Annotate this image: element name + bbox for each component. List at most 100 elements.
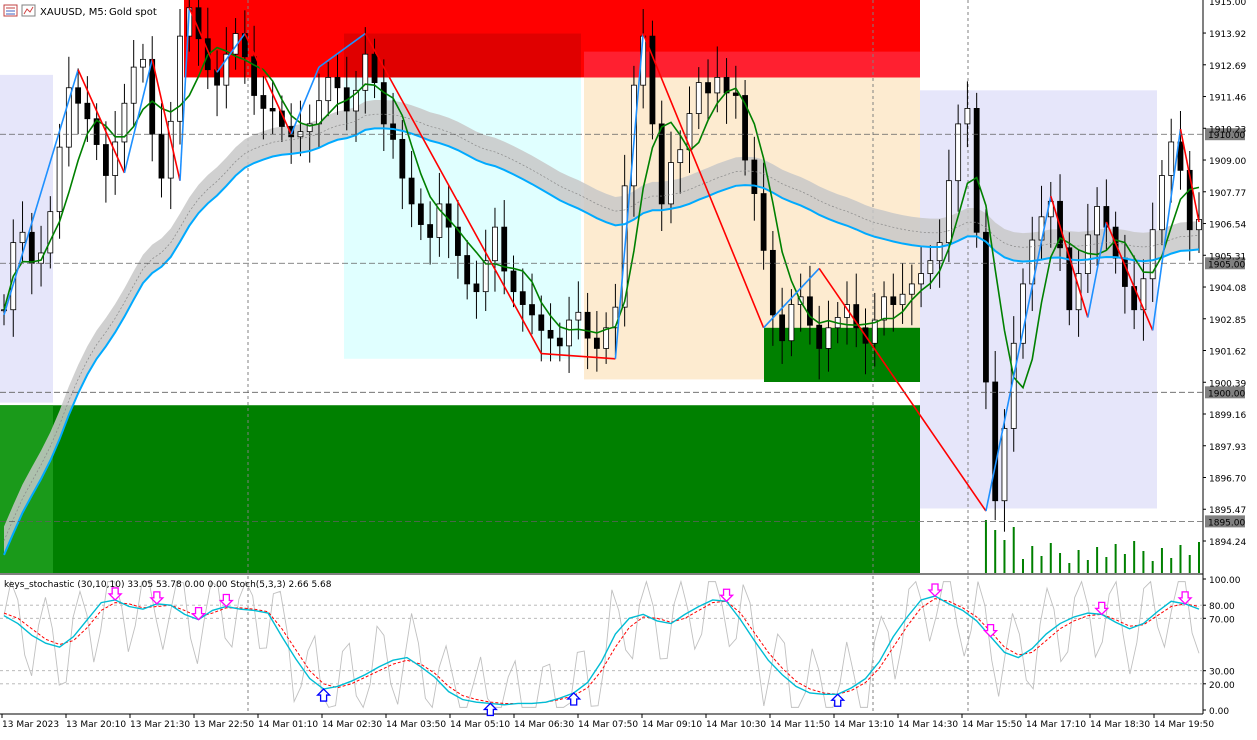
candle-bear [983,231,989,383]
volume-bar [1003,540,1006,573]
volume-bar [1040,556,1043,573]
time-tick-label: 14 Mar 06:30 [514,720,574,730]
candle-bull [955,123,962,182]
candle-bear [658,123,665,205]
candle-bear [593,337,600,349]
chart-canvas[interactable]: 1910.001905.001900.001895.00 1913.921912… [0,0,1257,736]
candle-bear [751,159,758,194]
stoch-tick-label: 80.00 [1209,602,1235,612]
time-tick-label: 14 Mar 02:30 [322,720,382,730]
candle-bear [334,77,341,89]
volume-bar [1096,547,1099,573]
time-tick-label: 14 Mar 07:50 [578,720,638,730]
candle-bear [519,291,526,305]
candle-bull [899,293,906,305]
volume-bar [994,530,997,573]
trading-chart[interactable]: 1910.00 1905.00 1900.00 1895.00 1913.92 1912… [0,0,1257,736]
candle-bear [417,203,424,225]
candle-bear [28,231,35,264]
time-tick-label: 14 Mar 11:50 [770,720,830,730]
time-tick-label: 14 Mar 14:30 [898,720,958,730]
volume-bar [1086,560,1089,573]
volume-bar [1012,527,1015,573]
demand-zone-green-small [764,327,920,382]
volume-bar [1198,542,1200,573]
price-tick-label: 1900.39 [1209,379,1246,389]
candle-bear [102,144,109,176]
candle-bear [556,337,563,347]
candle-bear [149,58,156,135]
candle-bull [1094,206,1101,236]
candle-bull [56,146,63,213]
price-tick-label: 1894.24 [1209,538,1246,548]
time-tick-label: 14 Mar 13:10 [834,720,894,730]
candle-bull [492,226,498,262]
candle-bull [825,327,832,349]
candle-bull [325,77,332,102]
chart-header: XAUUSD, M5: Gold spot [3,4,157,18]
stoch-tick-label: 0.00 [1209,707,1229,717]
candle-bull [668,162,674,205]
volume-bar [1021,559,1024,573]
candle-bull [908,283,915,295]
candle-bear [779,314,786,342]
price-tick-label: 1912.69 [1209,62,1246,72]
price-tick-label-partial: 1915.00 [1209,0,1246,8]
volume-bar [1170,558,1173,573]
volume-bar [1105,557,1108,573]
candle-bear [510,270,517,293]
candle-bull [603,327,610,349]
candle-bear [973,108,980,233]
candle-bull [788,304,795,342]
price-tick-label: 1899.16 [1209,411,1246,421]
candle-bear [705,82,711,94]
stoch-tick-label: 20.00 [1209,681,1235,691]
time-tick-label: 14 Mar 05:10 [450,720,510,730]
volume-bar [984,520,987,573]
volume-bar [1068,563,1071,573]
candle-bear [427,224,434,238]
volume-bar [1133,541,1136,573]
stoch-tick-label: 30.00 [1209,668,1235,678]
candle-bull [19,231,26,244]
candle-bear [75,87,82,104]
volume-bar [1059,553,1062,573]
candle-bear [992,381,999,502]
volume-bar [1142,551,1145,573]
time-tick-label: 14 Mar 03:50 [386,720,446,730]
candle-bear [269,108,276,112]
candle-bear [649,35,656,125]
candle-bull [714,77,721,94]
volume-bar [1077,550,1080,573]
candle-bull [936,242,943,262]
candle-bear [371,53,378,83]
price-tick-label: 1904.08 [1209,284,1246,294]
candle-bull [927,260,934,274]
time-tick-label: 13 Mar 21:30 [130,720,190,730]
candle-bear [251,56,258,96]
candle-bear [529,304,535,316]
candle-bear [158,133,165,179]
candle-bear [380,82,387,125]
time-tick-label: 13 Mar 22:50 [194,720,254,730]
time-tick-label: 13 Mar 20:10 [66,720,126,730]
price-level-tag-label: 1895.00 [1208,518,1245,528]
price-tick-label: 1909.00 [1209,157,1246,167]
candle-bear [732,92,739,96]
candle-bull [575,311,582,321]
time-tick-label: 13 Mar 2023 [2,720,59,730]
candle-bull [945,180,952,244]
candle-bull [140,58,146,68]
candle-bear [260,95,267,109]
time-tick-label: 14 Mar 18:30 [1090,720,1150,730]
candle-bear [547,329,554,339]
supply-zone-overlap [344,33,581,78]
candle-bull [695,82,702,114]
candle-bear [390,123,396,140]
symbol-label: XAUUSD, M5: [40,7,107,18]
candle-bear [501,226,508,272]
time-tick-label: 14 Mar 15:50 [962,720,1022,730]
candle-bear [760,193,767,251]
volume-bar [1123,554,1126,573]
candle-bull [130,66,137,104]
